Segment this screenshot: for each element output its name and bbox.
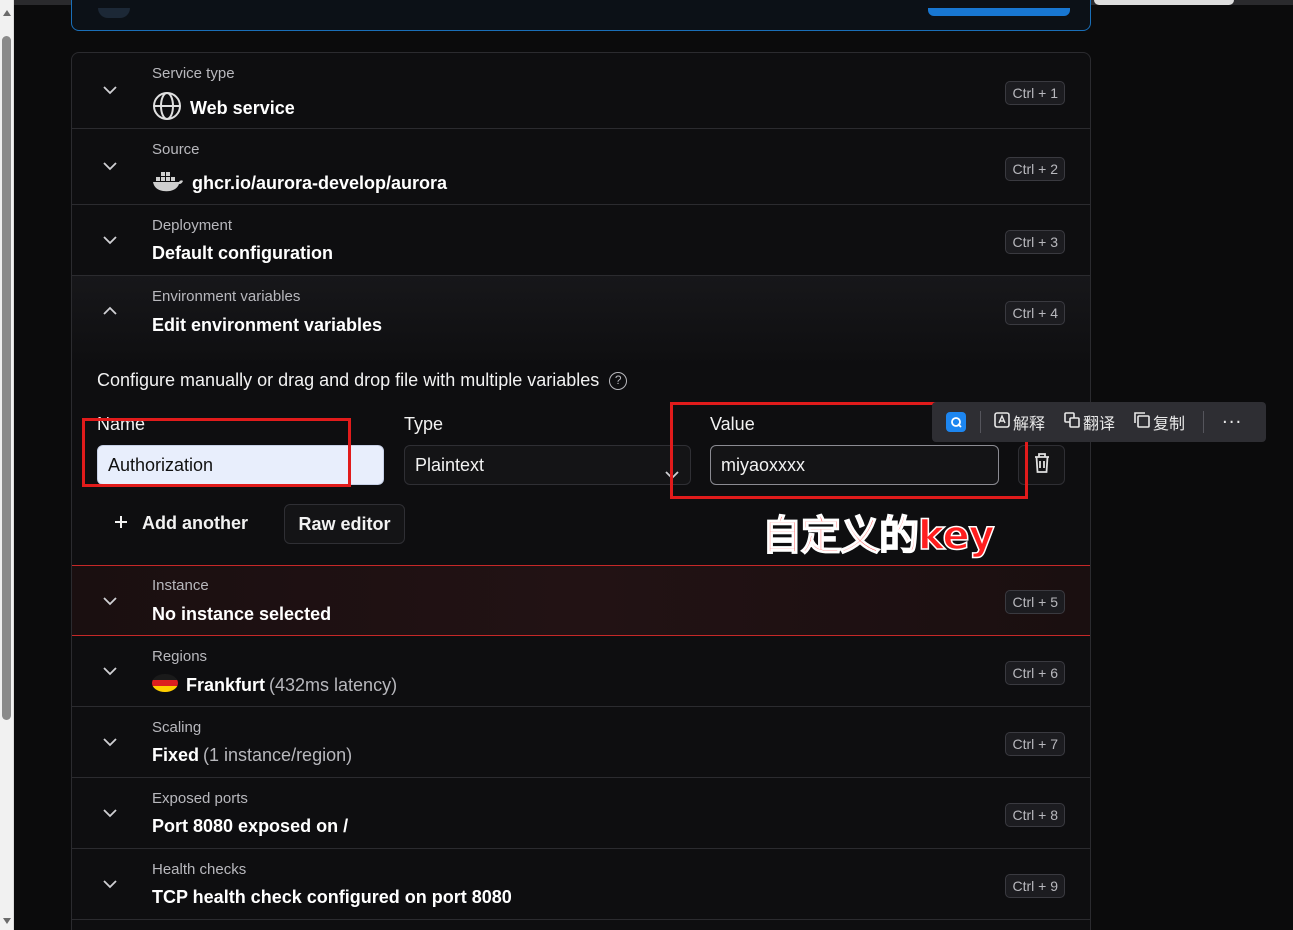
- plus-icon: [114, 513, 128, 534]
- germany-flag-icon: [152, 674, 178, 697]
- section-deployment[interactable]: Deployment Default configuration Ctrl + …: [72, 205, 1090, 276]
- chevron-down-icon[interactable]: [103, 877, 117, 891]
- shortcut-badge: Ctrl + 5: [1005, 590, 1065, 614]
- translate-toolbar: 解释 翻译 复制 ···: [932, 402, 1266, 442]
- shortcut-badge: Ctrl + 1: [1005, 81, 1065, 105]
- env-value-input[interactable]: miyaoxxxx: [710, 445, 999, 485]
- value-label: Value: [710, 414, 755, 434]
- section-instance[interactable]: Instance No instance selected Ctrl + 5: [72, 565, 1090, 636]
- shortcut-badge: Ctrl + 9: [1005, 874, 1065, 898]
- scrollbar-thumb[interactable]: [2, 36, 11, 720]
- section-regions[interactable]: Regions Frankfurt (432ms latency) Ctrl +…: [72, 636, 1090, 707]
- globe-icon: [152, 91, 182, 126]
- section-label: Deployment: [152, 217, 233, 234]
- more-options-icon[interactable]: ···: [1222, 412, 1242, 433]
- chevron-down-icon[interactable]: [103, 594, 117, 608]
- section-value: Fixed (1 instance/region): [152, 745, 353, 765]
- service-config-panel: Service type Web service Ctrl + 1 Source…: [71, 52, 1091, 930]
- copy-button[interactable]: 复制: [1133, 410, 1185, 434]
- annotation-label: 自定义的key: [761, 512, 995, 560]
- docker-icon: [152, 169, 184, 198]
- env-type-select[interactable]: Plaintext: [404, 445, 691, 485]
- section-value: Web service: [152, 91, 295, 126]
- shortcut-badge: Ctrl + 7: [1005, 732, 1065, 756]
- translate-button[interactable]: 翻译: [1063, 410, 1115, 434]
- section-exposed-ports[interactable]: Exposed ports Port 8080 exposed on / Ctr…: [72, 778, 1090, 849]
- section-label: Environment variables: [152, 288, 301, 305]
- section-value: Edit environment variables: [152, 315, 383, 335]
- chevron-up-icon[interactable]: [103, 304, 117, 318]
- trash-icon: [1032, 452, 1052, 479]
- chevron-down-icon[interactable]: [103, 83, 117, 97]
- section-value: ghcr.io/aurora-develop/aurora: [152, 169, 447, 198]
- section-scaling[interactable]: Scaling Fixed (1 instance/region) Ctrl +…: [72, 707, 1090, 778]
- section-label: Exposed ports: [152, 790, 248, 807]
- section-value: Port 8080 exposed on /: [152, 816, 349, 836]
- section-label: Service type: [152, 65, 235, 82]
- shortcut-badge: Ctrl + 6: [1005, 661, 1065, 685]
- top-banner: [71, 0, 1091, 31]
- shortcut-badge: Ctrl + 3: [1005, 230, 1065, 254]
- section-health-checks[interactable]: Health checks TCP health check configure…: [72, 849, 1090, 920]
- chevron-down-icon[interactable]: [103, 806, 117, 820]
- chevron-down-icon[interactable]: [103, 664, 117, 678]
- copy-icon: [1133, 411, 1151, 433]
- section-label: Regions: [152, 648, 208, 665]
- toolbar-divider: [1203, 411, 1205, 433]
- section-label: Health checks: [152, 861, 247, 878]
- section-service-type[interactable]: Service type Web service Ctrl + 1: [72, 53, 1090, 129]
- chevron-down-icon[interactable]: [103, 159, 117, 173]
- shortcut-badge: Ctrl + 2: [1005, 157, 1065, 181]
- help-icon[interactable]: ?: [609, 371, 628, 390]
- toolbar-divider: [980, 411, 981, 433]
- section-value: Default configuration: [152, 243, 333, 263]
- chevron-down-icon[interactable]: [103, 735, 117, 749]
- delete-variable-button[interactable]: [1018, 445, 1065, 485]
- chevron-down-icon: [664, 458, 680, 480]
- explain-icon: [993, 411, 1011, 433]
- scroll-down-arrow-icon[interactable]: [3, 918, 11, 924]
- chevron-down-icon[interactable]: [103, 233, 117, 247]
- type-label: Type: [404, 414, 444, 434]
- raw-editor-button[interactable]: Raw editor: [284, 504, 405, 544]
- page-scrollbar[interactable]: [0, 0, 14, 930]
- translator-logo-icon[interactable]: [946, 412, 966, 432]
- scroll-up-arrow-icon[interactable]: [3, 10, 11, 16]
- explain-button[interactable]: 解释: [993, 410, 1045, 434]
- shortcut-badge: Ctrl + 8: [1005, 803, 1065, 827]
- section-label: Scaling: [152, 719, 202, 736]
- add-another-button[interactable]: Add another: [114, 513, 248, 534]
- shortcut-badge: Ctrl + 4: [1005, 301, 1065, 325]
- section-value: TCP health check configured on port 8080: [152, 887, 512, 907]
- env-name-input[interactable]: Authorization: [97, 445, 384, 485]
- section-source[interactable]: Source ghcr.io/aurora-develop/aurora Ctr…: [72, 129, 1090, 205]
- section-value: Frankfurt (432ms latency): [152, 674, 397, 697]
- banner-action-button[interactable]: [928, 8, 1070, 16]
- section-label: Instance: [152, 577, 209, 594]
- section-label: Source: [152, 141, 200, 158]
- banner-avatar: [98, 8, 130, 18]
- translate-icon: [1063, 411, 1081, 433]
- section-value: No instance selected: [152, 604, 332, 624]
- env-intro: Configure manually or drag and drop file…: [97, 370, 628, 391]
- name-label: Name: [97, 414, 146, 434]
